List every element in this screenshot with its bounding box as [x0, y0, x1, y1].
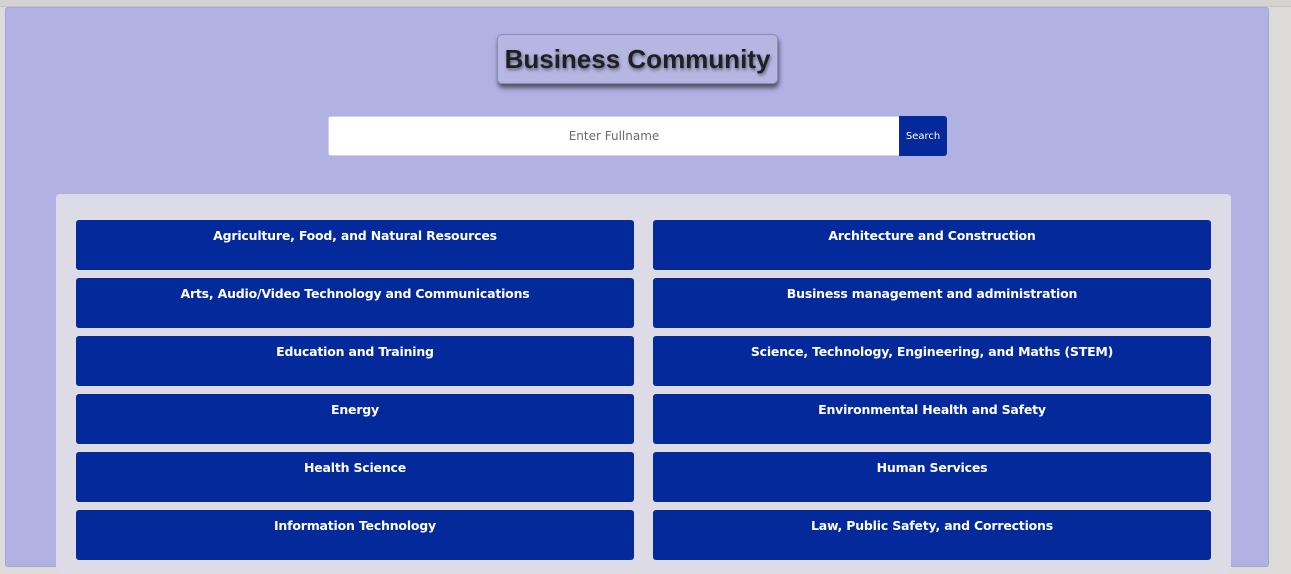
category-education-training[interactable]: Education and Training: [76, 336, 634, 386]
categories-grid: Agriculture, Food, and Natural Resources…: [76, 220, 1211, 560]
page-container: Business Community Search Agriculture, F…: [5, 7, 1269, 574]
window-scrollbar-gutter: [1270, 7, 1291, 559]
search-button[interactable]: Search: [899, 116, 947, 156]
category-health-science[interactable]: Health Science: [76, 452, 634, 502]
category-environmental-health-safety[interactable]: Environmental Health and Safety: [653, 394, 1211, 444]
category-information-technology[interactable]: Information Technology: [76, 510, 634, 560]
category-agriculture-food-natural-resources[interactable]: Agriculture, Food, and Natural Resources: [76, 220, 634, 270]
categories-panel: Agriculture, Food, and Natural Resources…: [56, 194, 1231, 574]
page-title: Business Community: [504, 43, 771, 74]
search-bar: Search: [328, 116, 948, 156]
category-arts-audio-video-communications[interactable]: Arts, Audio/Video Technology and Communi…: [76, 278, 634, 328]
search-input[interactable]: [328, 116, 899, 156]
category-energy[interactable]: Energy: [76, 394, 634, 444]
category-human-services[interactable]: Human Services: [653, 452, 1211, 502]
category-stem[interactable]: Science, Technology, Engineering, and Ma…: [653, 336, 1211, 386]
category-architecture-construction[interactable]: Architecture and Construction: [653, 220, 1211, 270]
category-business-management-administration[interactable]: Business management and administration: [653, 278, 1211, 328]
browser-top-strip: [0, 0, 1291, 7]
page-title-box: Business Community: [497, 34, 778, 84]
category-law-public-safety-corrections[interactable]: Law, Public Safety, and Corrections: [653, 510, 1211, 560]
